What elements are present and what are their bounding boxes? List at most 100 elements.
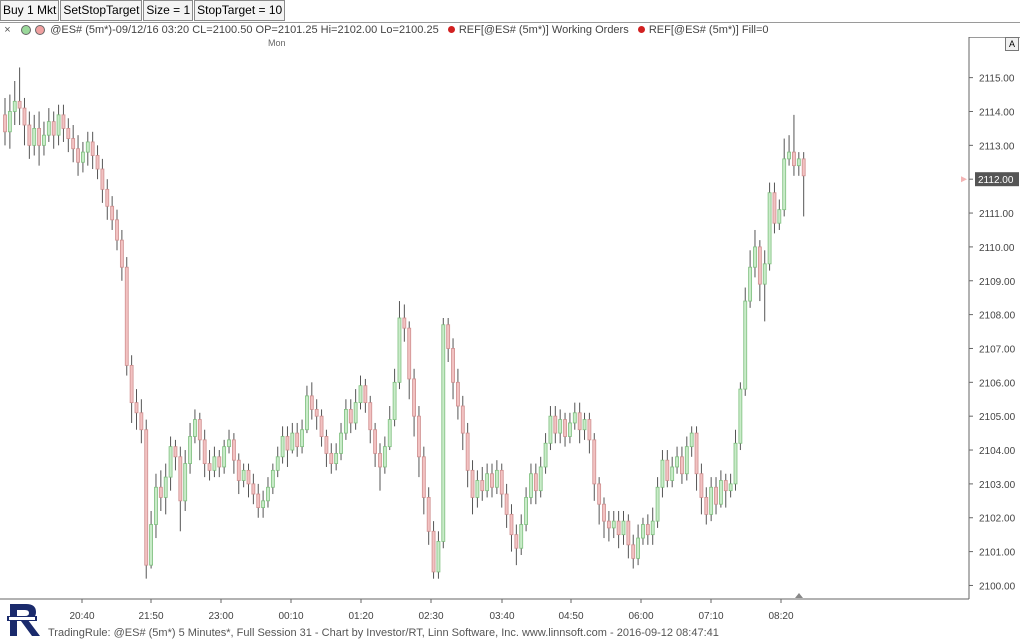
candle-body <box>22 107 27 126</box>
candle-body <box>348 409 353 424</box>
candle-body <box>387 419 392 448</box>
candle-body <box>533 473 538 492</box>
candle-body <box>314 409 319 417</box>
red-circle-icon[interactable] <box>35 25 46 35</box>
candle-body <box>524 497 528 525</box>
candle-body <box>7 111 12 133</box>
candle-body <box>46 121 51 136</box>
candle-body <box>158 486 163 498</box>
candle-body <box>801 158 806 177</box>
candle-body <box>343 409 348 434</box>
x-tick-label: 03:40 <box>489 611 514 622</box>
candle-body <box>353 402 358 424</box>
set-stop-target-button[interactable]: SetStopTarget <box>60 0 143 21</box>
candle-body <box>645 524 650 536</box>
candle-body <box>460 405 465 434</box>
candle-body <box>246 469 251 485</box>
stop-target-button[interactable]: StopTarget = 10 <box>194 0 286 21</box>
candle-body <box>675 456 679 468</box>
x-tick-label: 06:00 <box>628 611 653 622</box>
x-tick-label: 07:10 <box>698 611 723 622</box>
candle-body <box>217 456 222 468</box>
candle-body <box>37 128 41 146</box>
y-tick-label: 2103.00 <box>979 480 1016 491</box>
candle-body <box>241 469 246 481</box>
candle-body <box>163 476 168 498</box>
candle-body <box>728 483 733 492</box>
candle-body <box>95 155 100 170</box>
candle-body <box>592 439 597 485</box>
size-button[interactable]: Size = 1 <box>143 0 194 21</box>
y-tick-label: 2106.00 <box>979 378 1016 389</box>
symbol-info-text: @ES# (5m*)-09/12/16 03:20 CL=2100.50 OP=… <box>50 24 439 36</box>
candle-body <box>660 459 665 488</box>
price-chart[interactable]: 2100.00 2101.00 2102.00 2103.00 2104.00 2105.… <box>0 37 1020 627</box>
y-tick-label: 2110.00 <box>979 243 1015 254</box>
close-icon[interactable]: × <box>2 23 13 37</box>
candle-body <box>266 486 270 502</box>
candle-body <box>597 483 602 505</box>
candle-body <box>787 151 791 160</box>
candle-body <box>568 422 572 437</box>
candle-body <box>699 473 704 498</box>
candle-body <box>680 456 684 475</box>
candle-body <box>227 439 231 448</box>
candle-body <box>56 114 61 136</box>
candle-body <box>42 134 46 146</box>
candle-body <box>475 480 480 498</box>
candle-body <box>339 432 343 454</box>
x-tick-label: 01:20 <box>348 611 373 622</box>
candle-body <box>119 239 124 268</box>
y-tick-label: 2115.00 <box>979 74 1015 85</box>
candle-body <box>129 364 134 404</box>
candle-body <box>504 493 509 515</box>
candle-body <box>32 128 37 146</box>
candle-body <box>782 158 787 211</box>
candle-body <box>670 466 675 481</box>
candle-body <box>689 432 694 448</box>
investor-rt-logo-icon <box>6 602 44 641</box>
candle-body <box>485 473 490 492</box>
candle-body <box>538 466 543 492</box>
candle-body <box>606 520 611 529</box>
candle-body <box>431 530 436 573</box>
y-tick-label: 2105.00 <box>979 412 1016 423</box>
y-tick-label: 2108.00 <box>979 311 1016 322</box>
candle-body <box>382 446 387 468</box>
y-tick-label: 2104.00 <box>979 446 1016 457</box>
candle-body <box>426 497 431 532</box>
candle-body <box>183 463 188 502</box>
ref-dot-icon <box>637 26 645 33</box>
x-tick-label: 23:00 <box>208 611 233 622</box>
candle-body <box>641 524 645 539</box>
candle-body <box>563 419 567 437</box>
x-tick-label: 08:20 <box>768 611 793 622</box>
candle-body <box>548 415 553 444</box>
auto-scale-button[interactable]: A <box>1005 37 1019 51</box>
candle-body <box>407 327 412 380</box>
candle-body <box>275 456 280 471</box>
y-tick-label: 2114.00 <box>979 107 1015 118</box>
y-tick-label: 2107.00 <box>979 344 1016 355</box>
x-tick-label: 02:30 <box>418 611 443 622</box>
candle-body <box>66 128 71 139</box>
candle-body <box>378 453 382 468</box>
buy-1-mkt-button[interactable]: Buy 1 Mkt <box>0 0 60 21</box>
candle-body <box>446 324 451 349</box>
candle-body <box>392 381 397 420</box>
candle-body <box>636 537 640 559</box>
y-tick-label: 2102.00 <box>979 514 1016 525</box>
candle-body <box>665 459 670 481</box>
candle-body <box>319 415 324 437</box>
candle-body <box>441 324 446 542</box>
candle-body <box>115 219 119 241</box>
candle-body <box>723 480 728 492</box>
candle-body <box>373 429 378 454</box>
green-circle-icon[interactable] <box>21 25 32 35</box>
candle-body <box>748 266 753 302</box>
candle-body <box>334 453 339 464</box>
candle-body <box>421 456 426 498</box>
candle-body <box>543 442 548 468</box>
candle-body <box>188 436 192 464</box>
candle-body <box>631 544 636 559</box>
